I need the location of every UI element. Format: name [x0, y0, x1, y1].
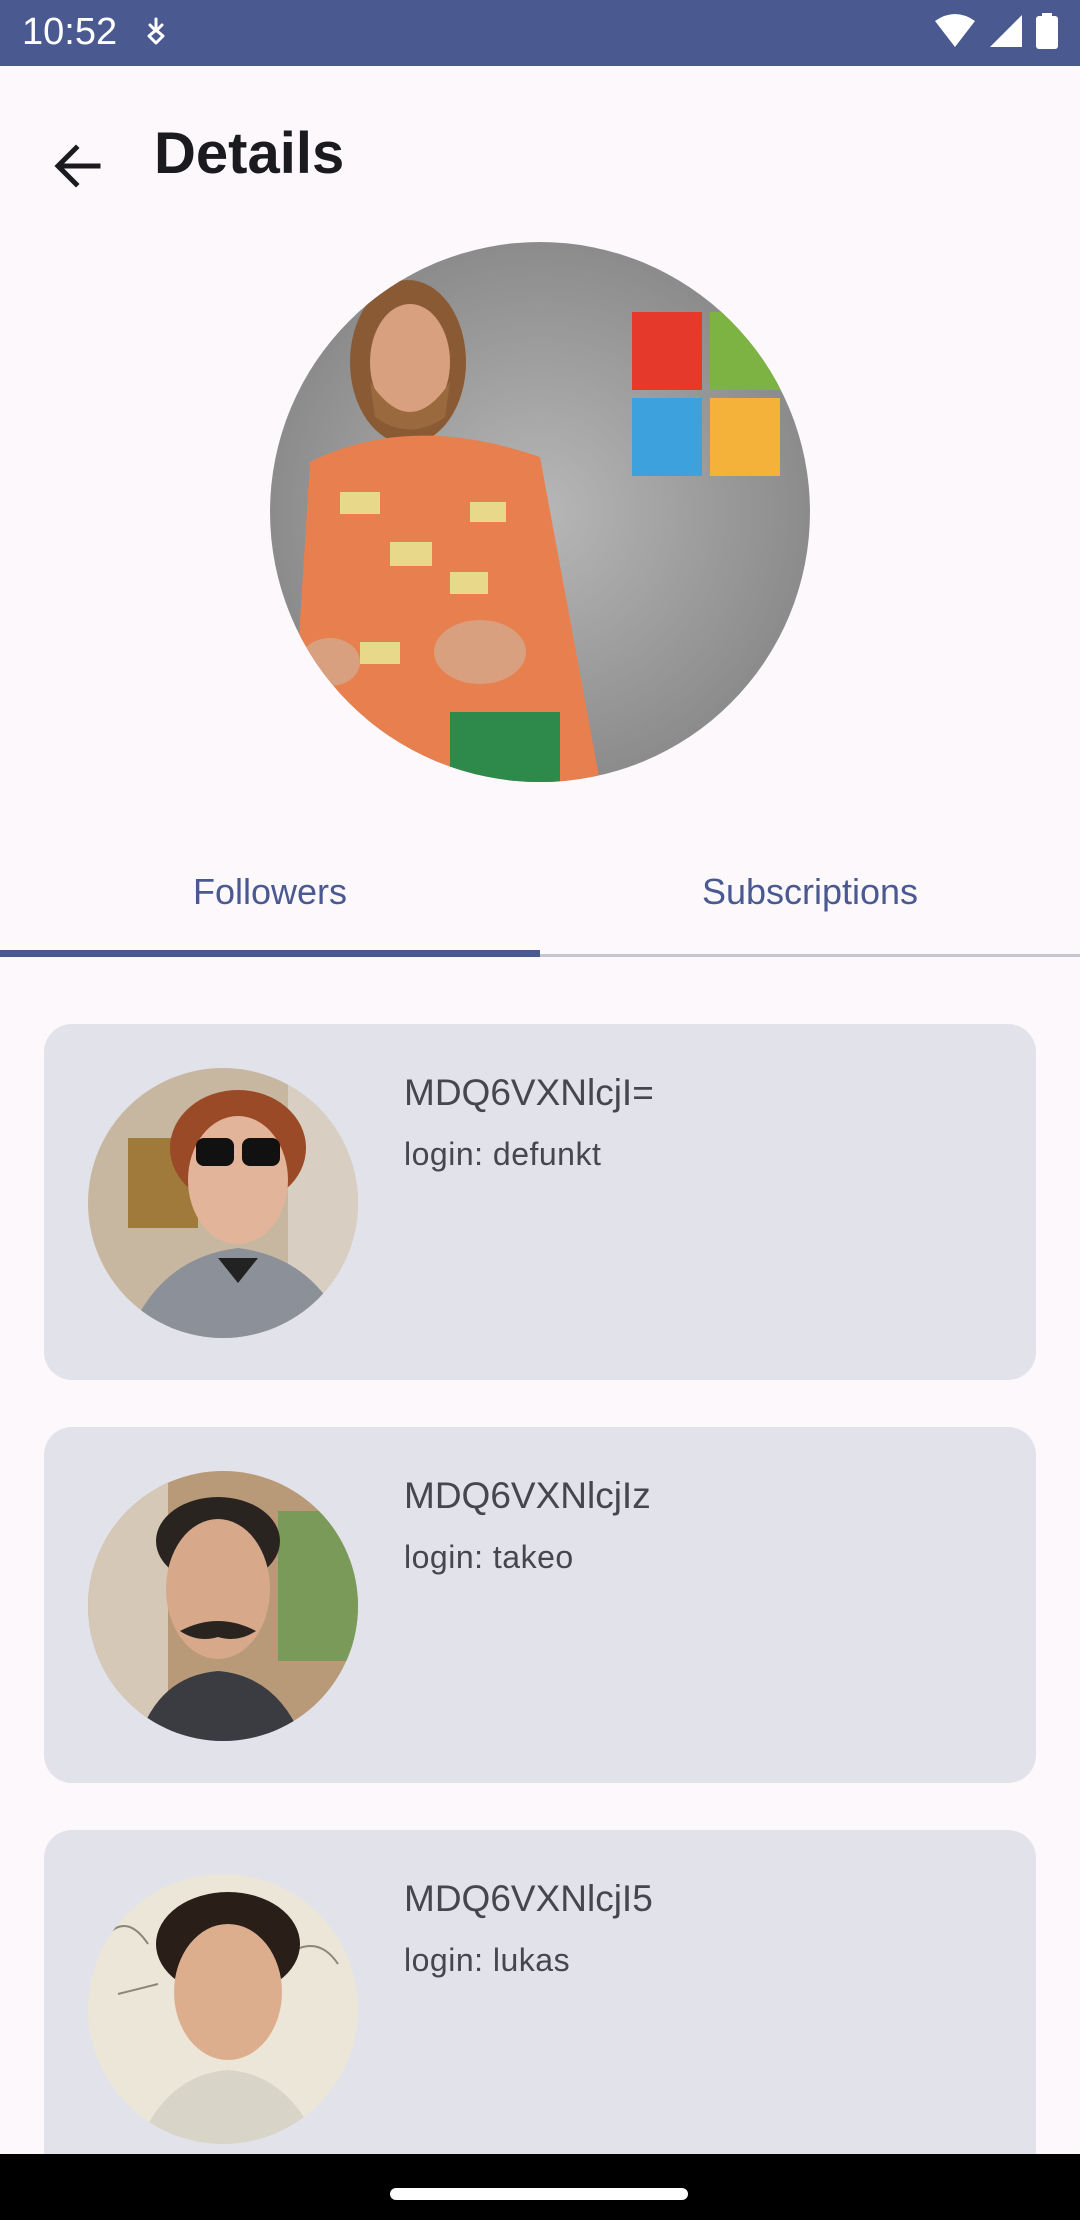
wifi-icon — [934, 13, 976, 54]
page-title: Details — [154, 121, 345, 186]
status-bar: 10:52 — [0, 0, 1080, 66]
follower-name: MDQ6VXNlcjI5 — [404, 1878, 653, 1919]
follower-login: login: takeo — [404, 1539, 574, 1575]
tab-indicator — [0, 950, 540, 957]
arrow-back-icon — [52, 140, 104, 197]
tab-subscriptions[interactable]: Subscriptions — [540, 830, 1080, 954]
signal-icon — [988, 13, 1024, 54]
tab-followers[interactable]: Followers — [0, 830, 540, 954]
battery-icon — [1036, 12, 1058, 54]
follower-login: login: lukas — [404, 1942, 571, 1978]
status-time: 10:52 — [22, 11, 118, 53]
status-icons — [934, 12, 1058, 54]
avatar — [88, 1068, 358, 1338]
home-gesture-handle[interactable] — [390, 2188, 688, 2200]
follower-card[interactable]: MDQ6VXNlcjI= login: defunkt — [44, 1024, 1036, 1380]
system-nav-bar — [0, 2154, 1080, 2220]
follower-login: login: defunkt — [404, 1136, 602, 1172]
follower-card[interactable]: MDQ6VXNlcjIz login: takeo — [44, 1427, 1036, 1783]
follower-card[interactable]: MDQ6VXNlcjI5 login: lukas — [44, 1830, 1036, 2186]
tab-bar: Followers Subscriptions — [0, 830, 1080, 958]
avatar — [88, 1471, 358, 1741]
avatar — [88, 1874, 358, 2144]
notification-icon — [140, 16, 172, 48]
profile-avatar — [270, 242, 810, 782]
back-button[interactable] — [30, 120, 126, 216]
follower-name: MDQ6VXNlcjIz — [404, 1475, 651, 1516]
follower-name: MDQ6VXNlcjI= — [404, 1072, 654, 1113]
top-app-bar: Details — [0, 66, 1080, 244]
